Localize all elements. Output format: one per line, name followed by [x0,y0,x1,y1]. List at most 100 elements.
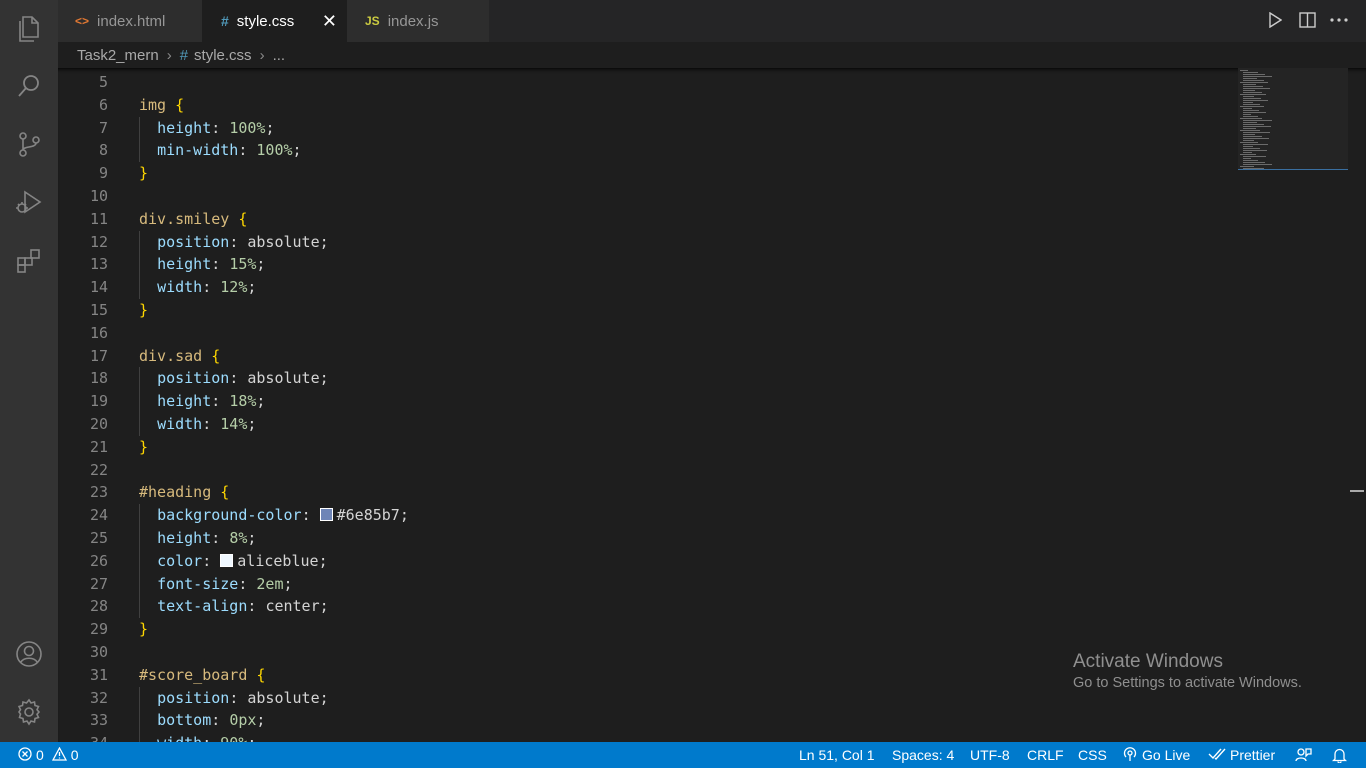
code-token: { [211,483,230,502]
code-token: ; [256,255,266,274]
code-token: height [157,392,212,411]
minimap-line [1240,130,1260,131]
line-code: height: 100%; [139,117,274,140]
css-file-icon: # [179,46,189,64]
split-editor-icon[interactable] [1298,10,1316,30]
code-line[interactable]: 9} [58,162,1228,185]
code-line[interactable]: 32 position: absolute; [58,687,1228,710]
code-line[interactable]: 30 [58,641,1228,664]
code-token: 0px [229,711,257,730]
code-line[interactable]: 6 img { [58,94,1228,117]
line-number: 12 [89,232,108,251]
code-line[interactable]: 27 font-size: 2em; [58,573,1228,596]
source-control-icon[interactable] [0,120,58,168]
code-line[interactable]: 33 bottom: 0px; [58,709,1228,732]
color-swatch[interactable] [319,508,333,522]
code-line[interactable]: 31 #score_board { [58,664,1228,687]
run-debug-icon[interactable] [0,178,58,226]
code-token: ; [265,118,275,137]
code-editor[interactable]: 5 6 img {7 height: 100%; 8 min-width: 100%;… [58,68,1366,742]
code-line[interactable]: 15} [58,299,1228,322]
cursor-position[interactable]: Ln 51, Col 1 [799,742,875,768]
code-line[interactable]: 29} [58,618,1228,641]
encoding[interactable]: UTF-8 [970,742,1010,768]
color-swatch[interactable] [220,553,234,567]
feedback-icon[interactable] [1295,742,1312,768]
minimap-line [1243,124,1264,125]
code-line[interactable]: 13 height: 15%; [58,253,1228,276]
breadcrumb-symbol[interactable]: ... [273,47,286,64]
tab-style-css[interactable]: # style.css ✕ [202,0,347,42]
line-number: 15 [89,301,108,319]
code-line[interactable]: 26 color: aliceblue; [58,550,1228,573]
code-token: width [157,415,203,433]
code-line[interactable]: 20 width: 14%; [58,413,1228,436]
close-icon[interactable]: ✕ [322,11,337,32]
minimap[interactable] [1238,68,1348,172]
code-line[interactable]: 8 min-width: 100%; [58,139,1228,162]
code-token: ; [283,574,293,593]
code-token: } [139,620,149,639]
notifications-bell-icon[interactable] [1332,742,1347,768]
run-icon[interactable] [1266,10,1284,30]
code-line[interactable]: 10 [58,185,1228,208]
status-bar: 0 0 Ln 51, Col 1 Spaces: 4 UTF-8 CRLF CS… [0,742,1366,768]
settings-gear-icon[interactable] [0,688,58,736]
more-actions-icon[interactable] [1330,10,1348,30]
code-token: : [229,232,248,251]
code-line[interactable]: 23 #heading { [58,481,1228,504]
code-token: : [202,278,221,297]
chevron-right-icon: › [166,46,172,64]
language-mode[interactable]: CSS [1078,742,1107,768]
code-line[interactable]: 19 height: 18%; [58,390,1228,413]
tab-index-html[interactable]: <> index.html [58,0,202,42]
code-token: ; [292,141,302,160]
code-token: absolute [247,369,320,388]
line-number: 7 [98,118,108,137]
scrollbar-marker[interactable] [1350,490,1364,492]
code-token: #heading [139,483,212,502]
code-line[interactable]: 24 background-color: #6e85b7; [58,504,1228,527]
extensions-icon[interactable] [0,236,58,284]
watermark-subtitle: Go to Settings to activate Windows. [1073,675,1302,691]
code-line[interactable]: 7 height: 100%; [58,117,1228,140]
code-line[interactable]: 17 div.sad { [58,345,1228,368]
line-code: } [139,436,148,459]
minimap-line [1243,78,1257,79]
explorer-icon[interactable] [0,4,58,52]
code-token: #score_board [139,665,248,684]
search-icon[interactable] [0,62,58,110]
code-line[interactable]: 34 width: 90%; [58,732,1228,742]
line-code: width: 12%; [139,276,256,299]
code-line[interactable]: 12 position: absolute; [58,231,1228,254]
tab-index-js[interactable]: JS index.js [347,0,489,42]
code-line[interactable]: 11 div.smiley { [58,208,1228,231]
problems-indicator[interactable]: 0 0 [18,742,79,768]
code-line[interactable]: 25 height: 8%; [58,527,1228,550]
indentation[interactable]: Spaces: 4 [892,742,954,768]
code-line[interactable]: 21} [58,436,1228,459]
breadcrumb-file[interactable]: style.css [194,47,252,64]
minimap-line [1243,162,1265,163]
go-live-button[interactable]: Go Live [1122,742,1190,768]
code-token: height [157,255,212,274]
code-line[interactable]: 18 position: absolute; [58,367,1228,390]
end-of-line[interactable]: CRLF [1027,742,1064,768]
watermark-title: Activate Windows [1073,651,1223,672]
code-line[interactable]: 28 text-align: center; [58,595,1228,618]
accounts-icon[interactable] [0,630,58,678]
line-number: 21 [89,437,108,456]
line-number: 17 [89,346,108,365]
line-code: width: 14%; [139,413,256,436]
minimap-line [1240,106,1264,107]
code-line[interactable]: 14 width: 12%; [58,276,1228,299]
minimap-line [1243,108,1252,109]
code-line[interactable]: 16 [58,322,1228,345]
chevron-right-icon: › [259,46,265,64]
code-line[interactable]: 22 [58,459,1228,482]
prettier-button[interactable]: Prettier [1208,742,1275,768]
minimap-line [1240,142,1258,143]
code-line[interactable]: 5 [58,71,1228,94]
breadcrumb-folder[interactable]: Task2_mern [77,47,159,64]
